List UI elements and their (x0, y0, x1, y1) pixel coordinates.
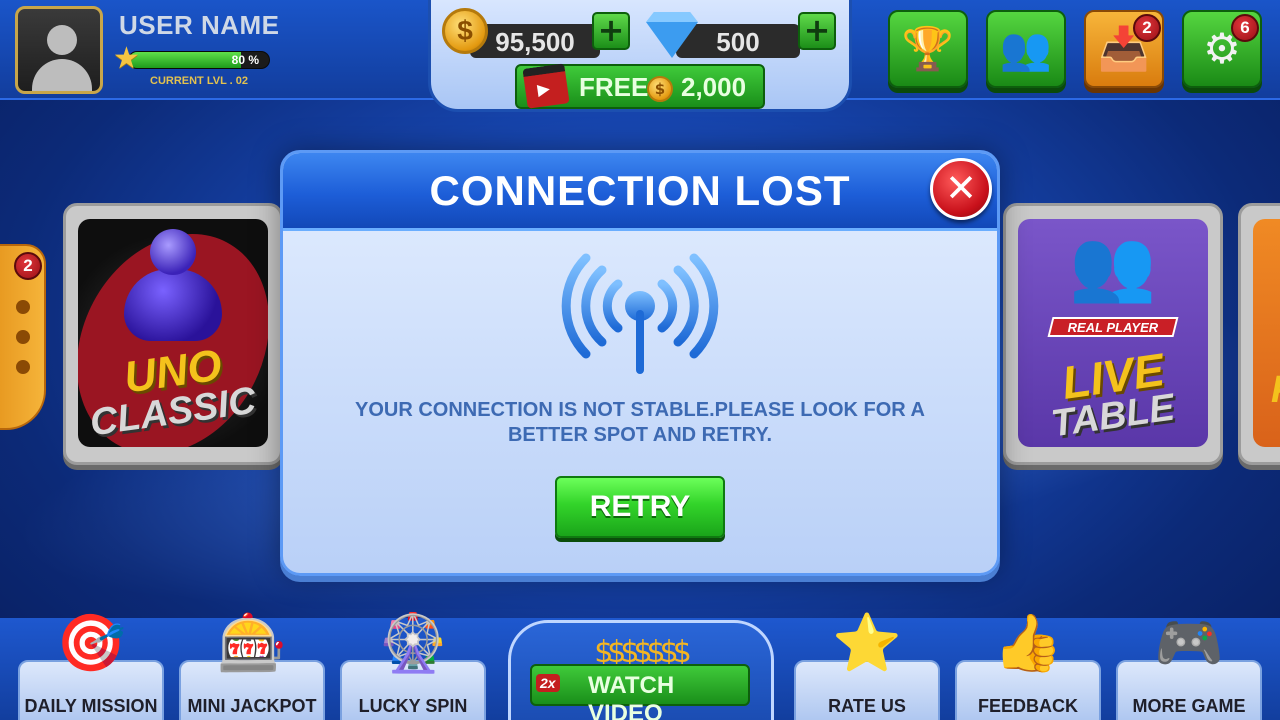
nav-label: LUCKY SPIN (358, 696, 468, 716)
current-level-text: CURRENT LVL . 02 (150, 75, 248, 87)
add-coins-button[interactable]: + (592, 12, 630, 50)
video-clapper-icon (522, 63, 570, 109)
uno-card-art: UNO CLASSIC (78, 219, 268, 447)
avatar-head (47, 25, 77, 55)
level-progress-label: 80 % (231, 53, 259, 67)
level-progress-fill (129, 52, 241, 68)
partial-card-art: P (1253, 219, 1280, 447)
add-gems-button[interactable]: + (798, 12, 836, 50)
nav-label: RATE US (828, 696, 906, 716)
real-player-label: REAL PLAYER (1067, 320, 1159, 335)
avatar-body (32, 59, 92, 91)
coin-balance: 95,500 (495, 27, 575, 57)
single-player-icon-head (150, 229, 196, 275)
coin-balance-box: 95,500 (470, 24, 600, 58)
partial-card-letter: P (1271, 369, 1280, 412)
single-player-icon-body (124, 269, 222, 341)
coin-icon-small: $ (647, 76, 673, 102)
menu-dot (16, 300, 30, 314)
target-icon: 🎯 (56, 611, 126, 676)
watch-video-button[interactable]: 2x WATCH VIDEO (530, 664, 750, 720)
star-icon: ★ (113, 41, 140, 76)
slot-machine-icon: 🎰 (217, 611, 287, 676)
diamond-icon (646, 12, 698, 58)
diamond-top (646, 12, 698, 22)
settings-badge: 6 (1231, 14, 1259, 42)
game-card-live-table[interactable]: 👥 REAL PLAYER LIVE TABLE (1003, 203, 1223, 465)
free-amount: 2,000 (681, 72, 747, 102)
live-card-art: 👥 REAL PLAYER LIVE TABLE (1018, 219, 1208, 447)
level-progress-bar: 80 % (128, 51, 270, 69)
retry-button[interactable]: RETRY (555, 476, 725, 538)
menu-dot (16, 330, 30, 344)
dialog-header: CONNECTION LOST (283, 153, 997, 231)
menu-dot (16, 360, 30, 374)
dialog-message: YOUR CONNECTION IS NOT STABLE.PLEASE LOO… (354, 399, 926, 446)
username: USER NAME (119, 10, 280, 40)
free-coins-button[interactable]: FREE $ 2,000 (515, 63, 765, 109)
spin-wheel-icon: 🎡 (378, 611, 448, 676)
game-card-partial[interactable]: P (1238, 203, 1280, 465)
diamond-body (646, 22, 698, 58)
gamepad-icon: 🎮 (1154, 611, 1224, 676)
coin-icon: $ (442, 8, 488, 54)
inbox-badge: 2 (1133, 14, 1161, 42)
watch-video-label: WATCH VIDEO (588, 672, 675, 720)
nav-label: MINI JACKPOT (187, 696, 317, 716)
players-group-icon: 👥 (1069, 224, 1157, 306)
trophy-icon: 🏆 (901, 24, 955, 73)
dialog-title: CONNECTION LOST (429, 167, 851, 214)
free-label: FREE (579, 72, 649, 102)
retry-label: RETRY (589, 490, 691, 523)
signal-tower-icon (561, 253, 719, 374)
thumbs-up-icon: 👍 (993, 611, 1063, 676)
friends-button[interactable]: 👥 (986, 10, 1066, 88)
leaderboard-button[interactable]: 🏆 (888, 10, 968, 88)
close-button[interactable]: ✕ (930, 158, 992, 220)
friends-icon: 👥 (999, 24, 1053, 73)
real-player-ribbon: REAL PLAYER (1047, 317, 1179, 337)
double-reward-badge: 2x (536, 674, 560, 692)
side-menu-badge: 2 (14, 252, 42, 280)
star-rating-icon: ⭐ (832, 611, 902, 676)
nav-label: DAILY MISSION (24, 696, 158, 716)
nav-label: MORE GAME (1132, 696, 1246, 716)
game-card-uno-classic[interactable]: UNO CLASSIC (63, 203, 283, 465)
nav-label: FEEDBACK (977, 696, 1078, 716)
avatar[interactable] (15, 6, 103, 94)
